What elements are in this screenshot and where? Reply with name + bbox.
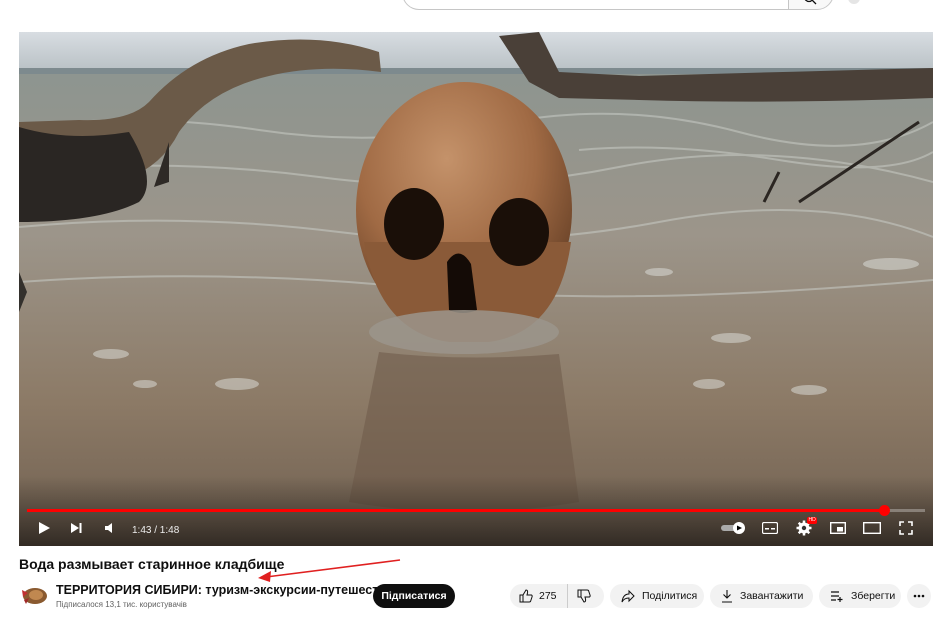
next-button[interactable] bbox=[65, 516, 87, 540]
progress-played bbox=[27, 509, 884, 512]
theater-icon bbox=[863, 522, 881, 534]
channel-avatar[interactable] bbox=[20, 584, 48, 608]
subscribe-button[interactable]: Підписатися bbox=[373, 584, 455, 608]
next-icon bbox=[71, 523, 82, 533]
save-playlist-icon bbox=[831, 591, 843, 602]
video-frame bbox=[19, 32, 933, 546]
download-icon bbox=[722, 590, 732, 603]
save-label: Зберегти bbox=[851, 590, 896, 602]
channel-name[interactable]: ТЕРРИТОРИЯ СИБИРИ: туризм-экскурсии-путе… bbox=[56, 583, 401, 597]
download-label: Завантажити bbox=[740, 590, 804, 602]
play-icon bbox=[39, 522, 50, 534]
more-horiz-icon bbox=[913, 594, 925, 598]
time-display: 1:43 / 1:48 bbox=[132, 525, 180, 536]
subtitles-icon bbox=[762, 522, 778, 534]
volume-button[interactable] bbox=[99, 516, 121, 540]
thumbs-down-icon bbox=[577, 589, 591, 603]
autoplay-toggle[interactable] bbox=[719, 516, 749, 540]
save-button[interactable]: Зберегти bbox=[819, 584, 901, 608]
thumbs-up-icon bbox=[519, 589, 533, 603]
miniplayer-button[interactable] bbox=[827, 516, 849, 540]
more-actions-button[interactable] bbox=[907, 584, 931, 608]
autoplay-toggle-icon bbox=[721, 522, 745, 534]
subtitles-button[interactable] bbox=[759, 516, 781, 540]
share-icon bbox=[621, 589, 635, 603]
share-button[interactable]: Поділитися bbox=[610, 584, 704, 608]
fullscreen-icon bbox=[899, 521, 913, 535]
like-button[interactable]: 275 bbox=[510, 584, 568, 608]
subscriber-count: Підписалося 13,1 тис. користувачів bbox=[56, 600, 187, 609]
search-input[interactable] bbox=[402, 0, 788, 10]
share-label: Поділитися bbox=[642, 590, 698, 602]
progress-scrubber[interactable] bbox=[878, 505, 890, 516]
settings-button[interactable]: HD bbox=[793, 516, 818, 540]
download-button[interactable]: Завантажити bbox=[710, 584, 813, 608]
theater-button[interactable] bbox=[861, 516, 883, 540]
play-button[interactable] bbox=[33, 516, 55, 540]
search-icon bbox=[804, 0, 817, 5]
mic-icon[interactable] bbox=[848, 0, 860, 4]
video-title: Вода размывает старинное кладбище bbox=[19, 556, 285, 572]
fullscreen-button[interactable] bbox=[895, 516, 917, 540]
miniplayer-icon bbox=[830, 522, 846, 534]
progress-bar[interactable] bbox=[27, 505, 925, 516]
like-dislike-group: 275 bbox=[510, 584, 604, 608]
hd-badge: HD bbox=[807, 517, 818, 524]
channel-avatar-image bbox=[22, 588, 47, 604]
video-player[interactable]: 1:43 / 1:48 HD bbox=[19, 32, 933, 546]
search-button[interactable] bbox=[788, 0, 834, 10]
dislike-button[interactable] bbox=[568, 584, 600, 608]
like-count: 275 bbox=[539, 590, 557, 602]
volume-icon bbox=[105, 523, 112, 533]
